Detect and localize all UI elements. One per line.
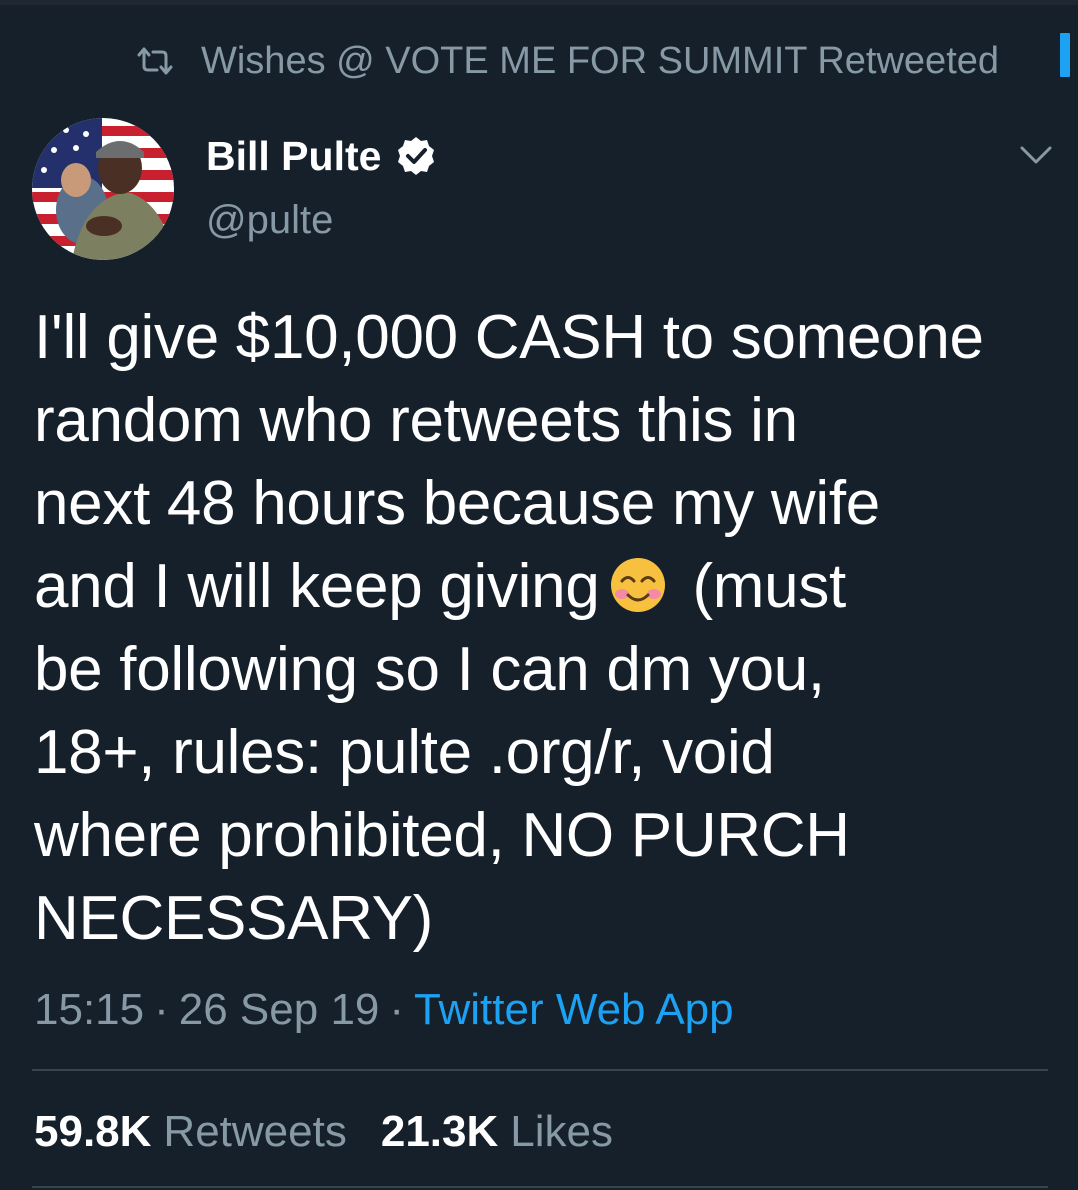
divider [32, 1069, 1048, 1071]
retweets-label: Retweets [163, 1107, 347, 1156]
likes-stat[interactable]: 21.3K Likes [381, 1107, 613, 1157]
avatar[interactable] [32, 118, 174, 260]
tweet-stats: 59.8K Retweets 21.3K Likes [34, 1104, 613, 1160]
likes-count: 21.3K [380, 1107, 499, 1156]
tweet-date: 26 Sep 19 [178, 985, 380, 1034]
retweets-count: 59.8K [34, 1107, 152, 1156]
display-name-text: Bill Pulte [206, 132, 382, 179]
likes-label: Likes [510, 1107, 613, 1156]
tweet-source-link[interactable]: Twitter Web App [414, 985, 734, 1035]
retweet-icon [137, 47, 173, 75]
display-name[interactable]: Bill Pulte [206, 130, 437, 182]
scroll-indicator[interactable] [1060, 33, 1070, 77]
tweet-text: I'll give $10,000 CASH to someone random… [34, 296, 1054, 960]
retweet-context[interactable]: Wishes @ VOTE ME FOR SUMMIT Retweeted [135, 38, 999, 84]
meta-separator: · [154, 985, 169, 1034]
handle[interactable]: @pulte [206, 198, 333, 243]
retweet-context-text: Wishes @ VOTE ME FOR SUMMIT Retweeted [201, 39, 1000, 82]
retweets-stat[interactable]: 59.8K Retweets [34, 1107, 347, 1157]
top-edge [0, 0, 1078, 5]
divider [32, 1186, 1048, 1188]
meta-separator: · [389, 985, 405, 1034]
tweet-meta: 15:15 · 26 Sep 19 · Twitter Web App [34, 982, 734, 1038]
avatar-photo [32, 118, 174, 260]
chevron-down-icon[interactable] [1016, 140, 1056, 170]
verified-badge-icon [398, 137, 435, 175]
tweet-time: 15:15 [34, 985, 145, 1034]
smiling-face-emoji [610, 558, 665, 612]
